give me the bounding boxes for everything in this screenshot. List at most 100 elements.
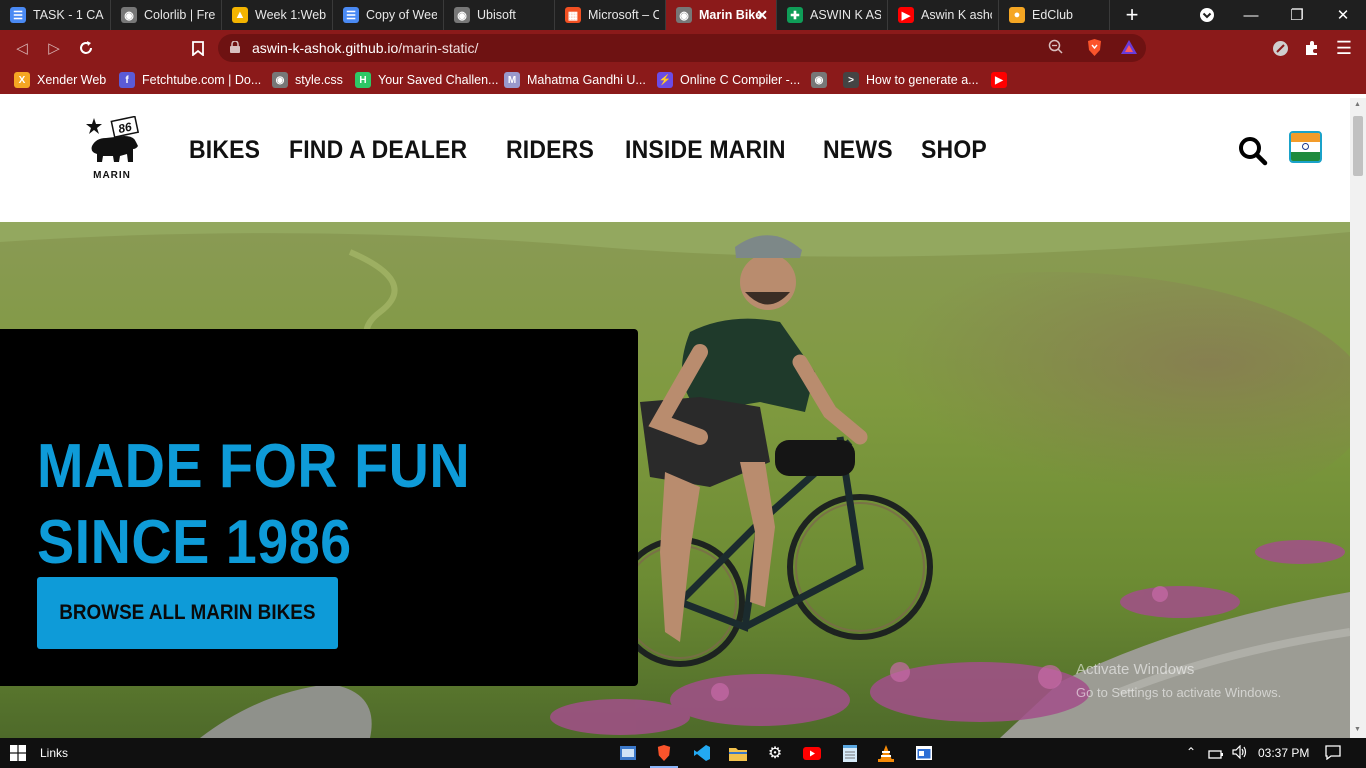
taskbar-app-window-icon[interactable] bbox=[906, 738, 942, 768]
close-tab-icon[interactable]: ✕ bbox=[756, 7, 768, 24]
tab-label: TASK - 1 CAE bbox=[33, 8, 104, 22]
extensions-icon[interactable] bbox=[1302, 38, 1322, 58]
zoom-icon[interactable] bbox=[1048, 39, 1064, 60]
marin-logo[interactable]: 86 MARIN bbox=[86, 116, 142, 182]
hero-card: MADE FOR FUN SINCE 1986 BROWSE ALL MARIN… bbox=[0, 329, 638, 686]
bookmark-item[interactable]: ◉ style.css bbox=[272, 71, 343, 89]
browse-bikes-button[interactable]: BROWSE ALL MARIN BIKES bbox=[37, 577, 338, 649]
taskbar-file-explorer-icon[interactable] bbox=[720, 738, 756, 768]
bookmark-item[interactable]: > How to generate a... bbox=[843, 71, 979, 89]
taskbar-brave-icon[interactable] bbox=[646, 738, 682, 768]
tab-label: ASWIN K ASH bbox=[810, 8, 881, 22]
browser-tab[interactable]: ◉ Marin Bike ✕ bbox=[666, 0, 777, 30]
bookmark-label: Your Saved Challen... bbox=[378, 73, 499, 87]
forward-icon[interactable]: ▷ bbox=[44, 38, 64, 58]
bookmark-item[interactable]: f Fetchtube.com | Do... bbox=[119, 71, 261, 89]
links-toolbar[interactable]: Links bbox=[40, 746, 68, 760]
volume-icon[interactable] bbox=[1232, 744, 1248, 762]
back-icon[interactable]: ◁ bbox=[12, 38, 32, 58]
svg-text:MARIN: MARIN bbox=[93, 170, 131, 181]
bookmark-item[interactable]: ▶ bbox=[991, 71, 1014, 89]
tab-strip: ☰ TASK - 1 CAE ◉ Colorlib | Free ▲ Week 1:Web… bbox=[0, 0, 1366, 30]
bookmark-item[interactable]: ◉ bbox=[811, 71, 834, 89]
url-text: aswin-k-ashok.github.io/marin-static/ bbox=[252, 40, 479, 56]
tab-list: ☰ TASK - 1 CAE ◉ Colorlib | Free ▲ Week 1:Web… bbox=[0, 0, 1110, 30]
taskbar-control-panel-icon[interactable] bbox=[610, 738, 646, 768]
bookmarks-bar: X Xender Web f Fetchtube.com | Do... ◉ style.… bbox=[0, 66, 1366, 94]
show-hidden-icons-icon[interactable]: ⌃ bbox=[1186, 745, 1196, 759]
taskbar-vscode-icon[interactable] bbox=[684, 738, 720, 768]
windows-start-icon[interactable] bbox=[10, 745, 26, 761]
tab-label: Marin Bike bbox=[699, 8, 763, 22]
browser-tab[interactable]: ☰ Copy of Week bbox=[333, 0, 444, 30]
taskbar-settings-icon[interactable]: ⚙ bbox=[757, 738, 793, 768]
browser-tab[interactable]: ◉ Colorlib | Free bbox=[111, 0, 222, 30]
restore-icon[interactable]: ❐ bbox=[1274, 0, 1320, 30]
hero-title: MADE FOR FUN SINCE 1986 bbox=[37, 432, 471, 577]
bookmark-icon[interactable] bbox=[188, 38, 208, 58]
hackerrank-icon: H bbox=[355, 72, 371, 88]
nav-find-a-dealer[interactable]: FIND A DEALER bbox=[289, 136, 467, 165]
browser-toolbar: ◁ ▷ aswin-k-ashok.github.io/marin-static… bbox=[0, 30, 1366, 66]
taskbar-clock[interactable]: 03:37 PM bbox=[1258, 746, 1309, 760]
youtube-icon: ▶ bbox=[991, 72, 1007, 88]
taskbar-notepad-icon[interactable] bbox=[832, 738, 868, 768]
docs-icon: ☰ bbox=[10, 7, 26, 23]
nav-riders[interactable]: RIDERS bbox=[506, 136, 594, 165]
bookmark-item[interactable]: M Mahatma Gandhi U... bbox=[504, 71, 646, 89]
reload-icon[interactable] bbox=[76, 38, 96, 58]
notifications-icon[interactable] bbox=[1325, 745, 1341, 763]
browser-tab[interactable]: ☰ TASK - 1 CAE bbox=[0, 0, 111, 30]
india-flag-icon[interactable] bbox=[1289, 131, 1322, 163]
page-scrollbar[interactable]: ▲ ▼ bbox=[1350, 98, 1366, 738]
terminal-icon: > bbox=[843, 72, 859, 88]
menu-icon[interactable]: ☰ bbox=[1334, 38, 1354, 58]
globe-icon: ◉ bbox=[121, 7, 137, 23]
browser-tab[interactable]: ▲ Week 1:Web D bbox=[222, 0, 333, 30]
bookmark-item[interactable]: ⚡ Online C Compiler -... bbox=[657, 71, 800, 89]
globe-icon: ◉ bbox=[272, 72, 288, 88]
globe-icon: ◉ bbox=[676, 7, 692, 23]
brave-shield-icon[interactable] bbox=[1086, 38, 1103, 62]
network-icon[interactable] bbox=[1208, 745, 1224, 762]
minimize-icon[interactable]: — bbox=[1228, 0, 1274, 30]
browser-tab[interactable]: ▶ Aswin K ashol bbox=[888, 0, 999, 30]
tab-label: Colorlib | Free bbox=[144, 8, 215, 22]
taskbar-youtube-icon[interactable] bbox=[794, 738, 830, 768]
page-viewport: 86 MARIN BIKES FIND A DEALER RIDERS INSI… bbox=[0, 98, 1350, 738]
bookmark-label: Mahatma Gandhi U... bbox=[527, 73, 646, 87]
microsoft-icon: ▦ bbox=[565, 7, 581, 23]
bookmark-item[interactable]: H Your Saved Challen... bbox=[355, 71, 498, 89]
taskbar-vlc-icon[interactable] bbox=[868, 738, 904, 768]
drive-icon: ▲ bbox=[232, 7, 248, 23]
nav-shop[interactable]: SHOP bbox=[921, 136, 987, 165]
address-bar[interactable]: aswin-k-ashok.github.io/marin-static/ bbox=[218, 34, 1146, 62]
nav-inside-marin[interactable]: INSIDE MARIN bbox=[625, 136, 786, 165]
close-window-icon[interactable]: ✕ bbox=[1320, 0, 1366, 30]
globe-icon: ◉ bbox=[811, 72, 827, 88]
tab-label: Ubisoft bbox=[477, 8, 516, 22]
browser-tab[interactable]: ◉ Ubisoft bbox=[444, 0, 555, 30]
sheets-icon: ✚ bbox=[787, 7, 803, 23]
nav-bikes[interactable]: BIKES bbox=[189, 136, 260, 165]
bookmark-label: Online C Compiler -... bbox=[680, 73, 801, 87]
nav-news[interactable]: NEWS bbox=[823, 136, 893, 165]
youtube-icon: ▶ bbox=[898, 7, 914, 23]
tab-label: Week 1:Web D bbox=[255, 8, 326, 22]
scrollbar-thumb[interactable] bbox=[1353, 116, 1363, 176]
university-icon: M bbox=[504, 72, 520, 88]
docs-icon: ☰ bbox=[343, 7, 359, 23]
browser-tab[interactable]: ✚ ASWIN K ASH bbox=[777, 0, 888, 30]
new-tab-button[interactable]: + bbox=[1110, 0, 1154, 30]
browser-tab[interactable]: ● EdClub bbox=[999, 0, 1110, 30]
speed-dial-icon[interactable] bbox=[1270, 38, 1290, 58]
bookmark-item[interactable]: X Xender Web bbox=[14, 71, 106, 89]
bookmark-label: style.css bbox=[295, 73, 343, 87]
browser-tab[interactable]: ▦ Microsoft – Cl bbox=[555, 0, 666, 30]
brave-rewards-icon[interactable] bbox=[1120, 39, 1138, 60]
tab-label: Copy of Week bbox=[366, 8, 437, 22]
fetchtube-icon: f bbox=[119, 72, 135, 88]
search-icon[interactable] bbox=[1238, 136, 1268, 166]
tab-search-icon[interactable] bbox=[1184, 0, 1230, 30]
bookmark-label: Fetchtube.com | Do... bbox=[142, 73, 262, 87]
